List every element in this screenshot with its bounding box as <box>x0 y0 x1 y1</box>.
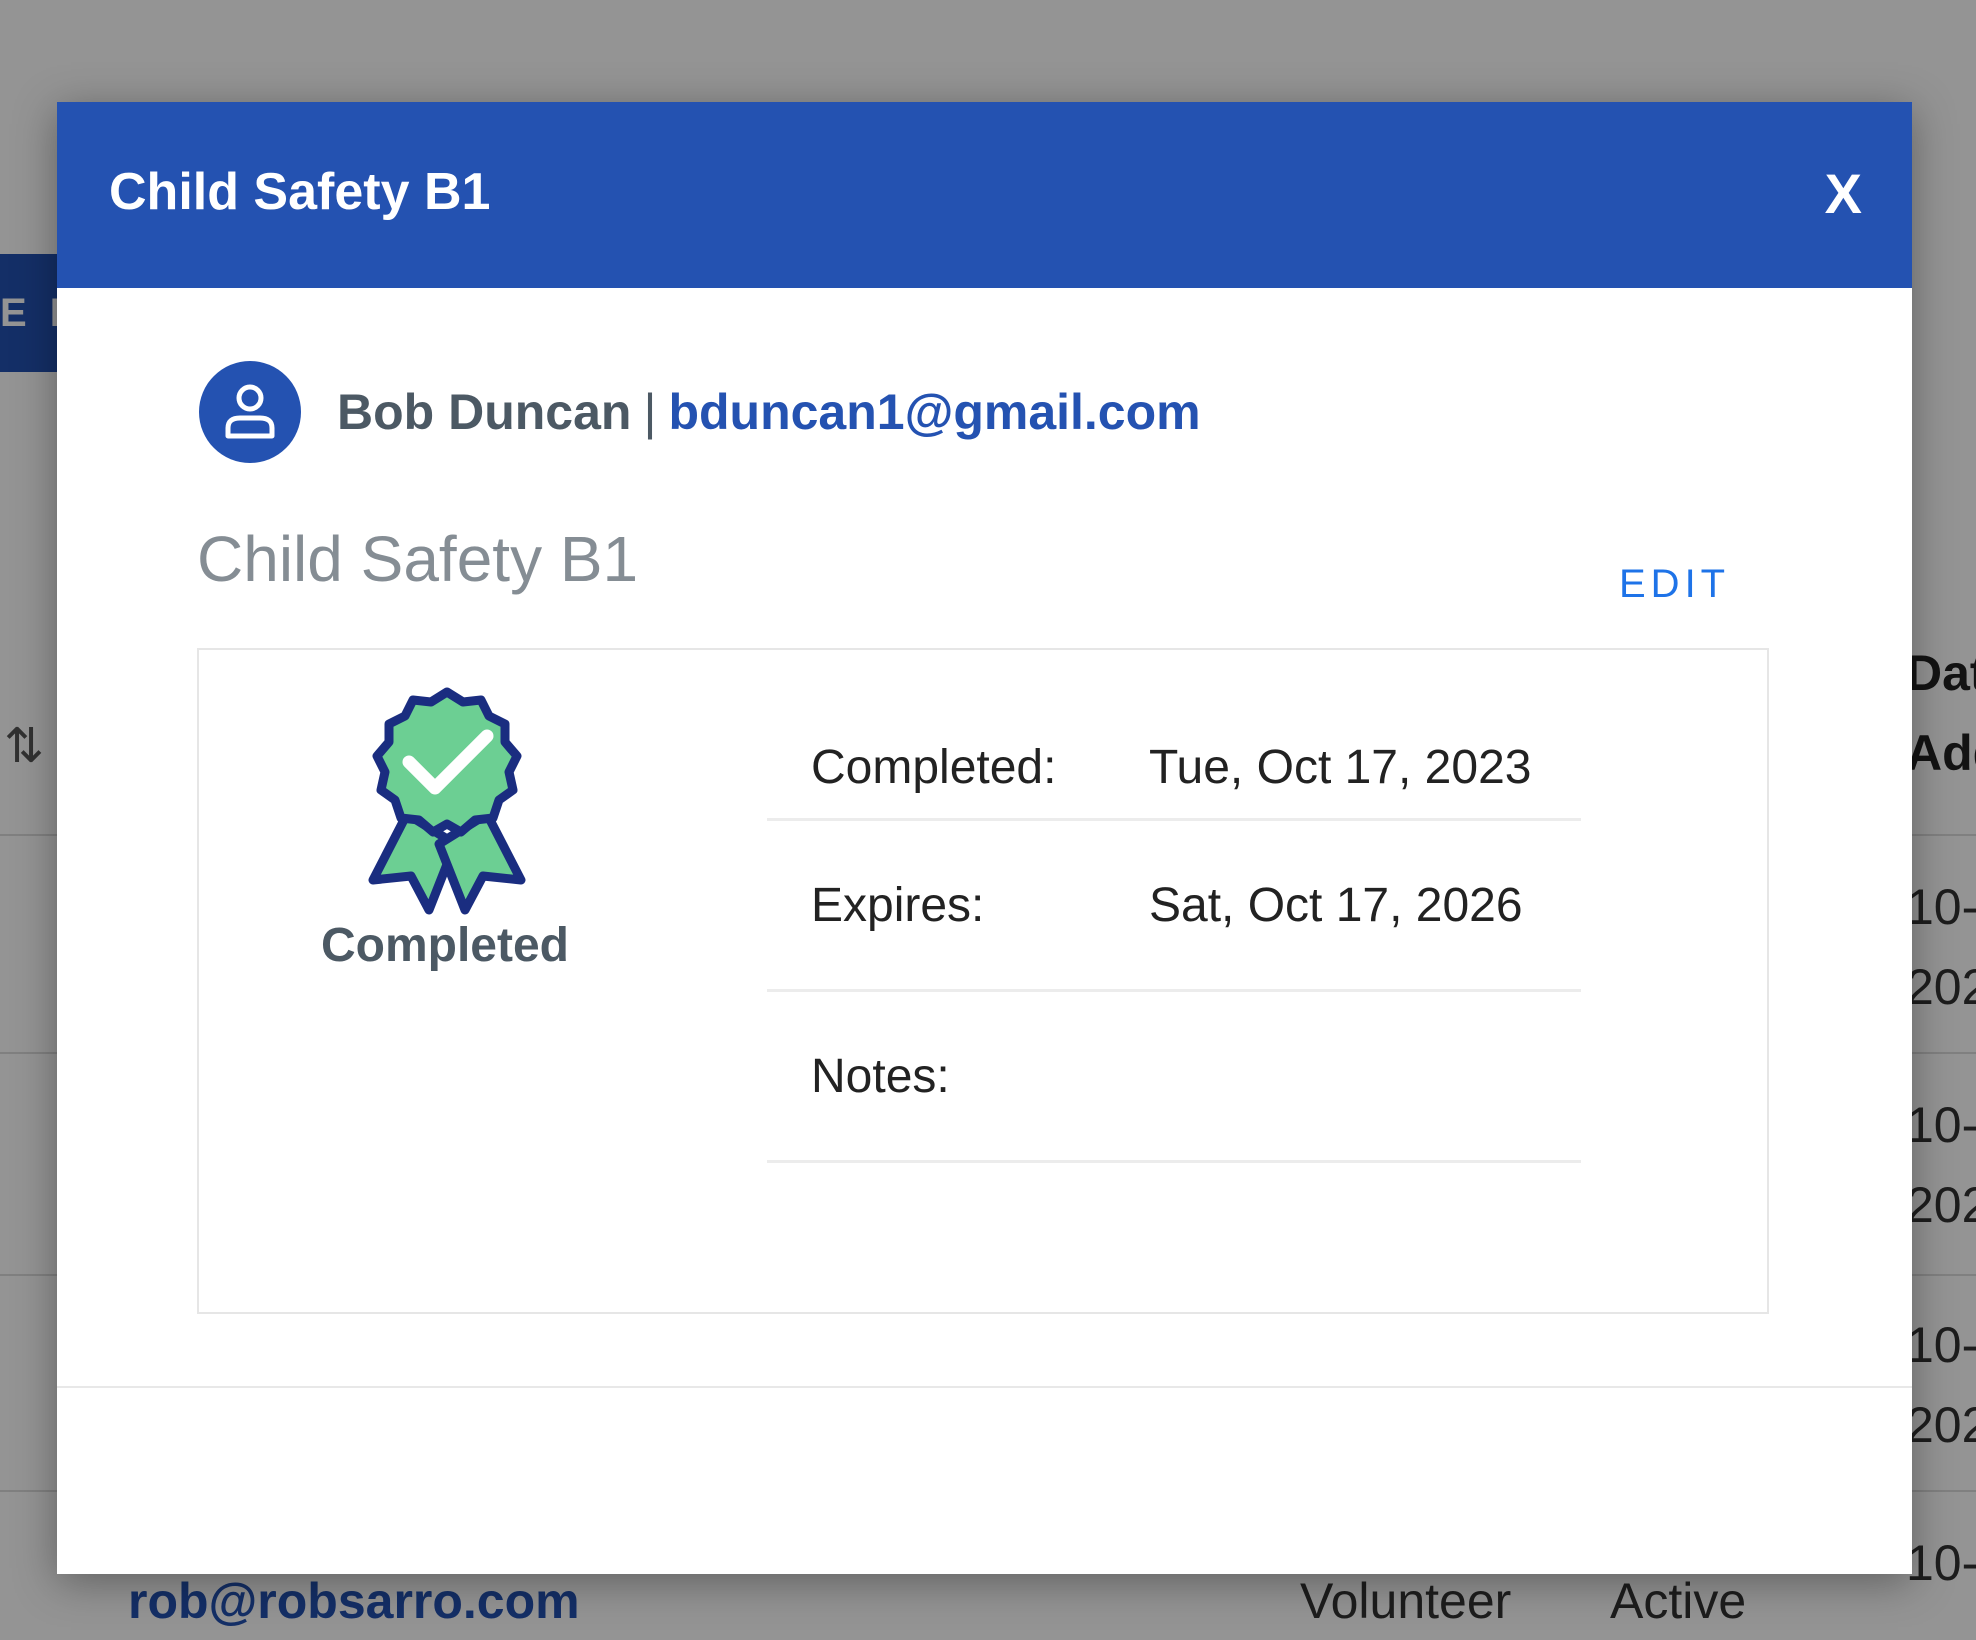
section-title: Child Safety B1 <box>197 523 639 595</box>
certification-modal: Child Safety B1 X Bob Duncan | bduncan1@… <box>57 102 1912 1574</box>
user-icon <box>199 361 301 463</box>
detail-label: Completed: <box>811 741 1057 794</box>
modal-title: Child Safety B1 <box>109 163 491 221</box>
modal-footer-divider <box>57 1386 1912 1388</box>
detail-row-expires: Expires: Sat, Oct 17, 2026 <box>767 821 1581 992</box>
award-ribbon-check-icon <box>359 684 535 916</box>
certification-card: Completed Completed: Tue, Oct 17, 2023 E… <box>197 648 1769 1314</box>
detail-value: Tue, Oct 17, 2023 <box>1149 741 1532 794</box>
user-email-link[interactable]: bduncan1@gmail.com <box>668 383 1200 441</box>
details-list: Completed: Tue, Oct 17, 2023 Expires: Sa… <box>767 650 1581 1163</box>
close-button[interactable]: X <box>1825 166 1862 222</box>
detail-label: Notes: <box>811 1050 950 1103</box>
detail-row-notes: Notes: <box>767 992 1581 1163</box>
badge-label: Completed <box>320 919 569 972</box>
detail-row-completed: Completed: Tue, Oct 17, 2023 <box>767 650 1581 821</box>
modal-header: Child Safety B1 X <box>57 102 1912 288</box>
user-info: Bob Duncan | bduncan1@gmail.com <box>199 360 1201 464</box>
detail-value: Sat, Oct 17, 2026 <box>1149 879 1523 932</box>
user-name: Bob Duncan <box>337 384 632 440</box>
edit-button[interactable]: EDIT <box>1619 562 1730 607</box>
detail-label: Expires: <box>811 879 985 932</box>
user-separator: | <box>643 384 657 440</box>
